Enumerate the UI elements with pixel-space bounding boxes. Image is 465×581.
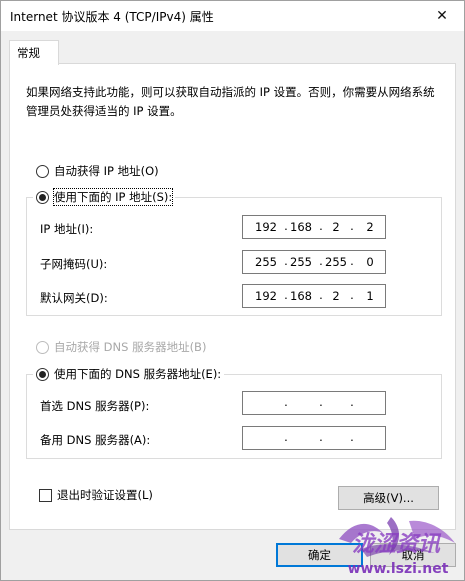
radio-auto-ip-circle[interactable] <box>36 164 49 178</box>
radio-auto-ip-label: 自动获得 IP 地址(O) <box>54 164 159 178</box>
octet-separator: . <box>319 430 323 444</box>
radio-auto-dns-circle[interactable] <box>36 340 49 354</box>
subnet-mask-octet-1: 255 <box>255 255 277 269</box>
radio-auto-dns[interactable]: 自动获得 DNS 服务器地址(B) <box>36 339 206 355</box>
title-bar: Internet 协议版本 4 (TCP/IPv4) 属性 ✕ <box>0 0 465 31</box>
octet-separator: . <box>350 288 354 302</box>
tab-general-label: 常规 <box>17 46 40 60</box>
radio-manual-ip-label: 使用下面的 IP 地址(S): <box>52 188 174 206</box>
close-icon: ✕ <box>436 7 448 24</box>
subnet-mask-label: 子网掩码(U): <box>40 257 108 271</box>
preferred-dns-label: 首选 DNS 服务器(P): <box>40 399 150 413</box>
octet-separator: . <box>350 219 354 233</box>
radio-auto-ip[interactable]: 自动获得 IP 地址(O) <box>36 163 159 179</box>
subnet-mask-input[interactable]: 255 . 255 . 255 . 0 <box>242 250 386 274</box>
description-text: 如果网络支持此功能，则可以获取自动指派的 IP 设置。否则，你需要从网络系统管理… <box>26 85 435 118</box>
octet-separator: . <box>319 395 323 409</box>
default-gateway-label: 默认网关(D): <box>40 291 108 305</box>
subnet-mask-octet-4: 0 <box>366 255 374 269</box>
radio-auto-dns-label: 自动获得 DNS 服务器地址(B) <box>54 340 207 354</box>
subnet-mask-octet-3: 255 <box>325 255 347 269</box>
ip-address-input[interactable]: 192 . 168 . 2 . 2 <box>242 215 386 239</box>
radio-manual-ip[interactable]: 使用下面的 IP 地址(S): <box>33 188 176 206</box>
default-gateway-octet-3: 2 <box>332 289 340 303</box>
preferred-dns-input[interactable]: . . . <box>242 391 386 415</box>
default-gateway-octet-1: 192 <box>255 289 277 303</box>
validate-on-exit-checkbox[interactable]: 退出时验证设置(L) <box>39 487 153 503</box>
default-gateway-octet-4: 1 <box>366 289 374 303</box>
tab-general[interactable]: 常规 <box>9 40 59 65</box>
watermark-brand: 泷涩资讯 <box>352 531 442 557</box>
radio-manual-ip-circle[interactable] <box>36 190 49 204</box>
octet-separator: . <box>284 395 288 409</box>
radio-manual-dns[interactable]: 使用下面的 DNS 服务器地址(E): <box>33 366 225 382</box>
radio-manual-dns-circle[interactable] <box>36 367 49 381</box>
ip-address-octet-1: 192 <box>255 220 277 234</box>
ok-button-label: 确定 <box>308 548 331 562</box>
alternate-dns-label: 备用 DNS 服务器(A): <box>40 433 151 447</box>
validate-on-exit-label: 退出时验证设置(L) <box>57 488 153 502</box>
ip-address-octet-3: 2 <box>332 220 340 234</box>
alternate-dns-input[interactable]: . . . <box>242 426 386 450</box>
ip-address-octet-2: 168 <box>290 220 312 234</box>
close-button[interactable]: ✕ <box>419 0 465 31</box>
octet-separator: . <box>350 430 354 444</box>
ip-address-octet-4: 2 <box>366 220 374 234</box>
validate-on-exit-box[interactable] <box>39 488 52 502</box>
watermark-url: www.lszi.net <box>348 561 449 577</box>
default-gateway-input[interactable]: 192 . 168 . 2 . 1 <box>242 284 386 308</box>
octet-separator: . <box>284 430 288 444</box>
advanced-button[interactable]: 高级(V)... <box>338 486 439 510</box>
watermark-logo: 泷涩资讯 www.lszi.net <box>339 517 455 577</box>
window-title: Internet 协议版本 4 (TCP/IPv4) 属性 <box>10 10 214 24</box>
radio-manual-dns-label: 使用下面的 DNS 服务器地址(E): <box>54 367 222 381</box>
subnet-mask-octet-2: 255 <box>290 255 312 269</box>
ip-address-label: IP 地址(I): <box>40 222 94 236</box>
advanced-button-label: 高级(V)... <box>363 491 414 505</box>
octet-separator: . <box>350 254 354 268</box>
default-gateway-octet-2: 168 <box>290 289 312 303</box>
octet-separator: . <box>350 395 354 409</box>
